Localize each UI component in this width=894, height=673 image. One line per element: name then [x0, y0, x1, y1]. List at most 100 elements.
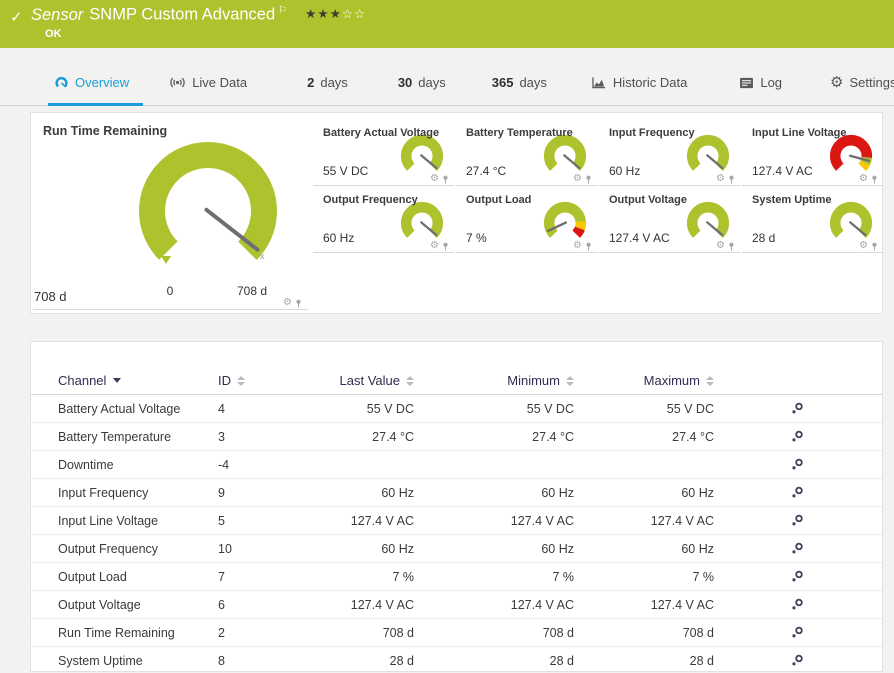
gauge-tile-input-frequency[interactable]: Input Frequency 60 Hz ⚙	[599, 120, 740, 186]
cell-minimum: 127.4 V AC	[510, 597, 574, 612]
cell-minimum: 27.4 °C	[532, 429, 574, 444]
cell-maximum: 60 Hz	[681, 485, 714, 500]
gauge-value: 127.4 V AC	[752, 164, 813, 178]
star-filled-icon[interactable]: ★	[305, 7, 317, 21]
sort-icon	[706, 375, 714, 386]
gear-icon[interactable]: ⚙	[573, 241, 582, 251]
area-chart-icon	[592, 77, 605, 89]
gear-icon[interactable]: ⚙	[859, 174, 868, 184]
pin-icon[interactable]	[871, 175, 878, 184]
tab-overview[interactable]: Overview	[47, 60, 144, 106]
pin-icon[interactable]	[585, 175, 592, 184]
cell-channel: Battery Actual Voltage	[58, 401, 181, 416]
gauge-title: Output Frequency	[323, 194, 418, 206]
tab-log[interactable]: Log	[739, 60, 782, 105]
gauge-title: Battery Actual Voltage	[323, 127, 440, 139]
gear-icon[interactable]: ⚙	[430, 241, 439, 251]
channel-settings-icon[interactable]	[791, 598, 804, 611]
channel-settings-icon[interactable]	[791, 514, 804, 527]
gear-icon[interactable]: ⚙	[573, 174, 582, 184]
column-header-id[interactable]: ID	[218, 373, 298, 388]
pin-icon[interactable]	[728, 242, 735, 251]
cell-last-value: 60 Hz	[381, 541, 414, 556]
gauge-tile-battery-temperature[interactable]: Battery Temperature 27.4 °C ⚙	[456, 120, 597, 186]
cell-maximum: 127.4 V AC	[650, 513, 714, 528]
cell-minimum: 708 d	[542, 625, 574, 640]
table-header-row: Channel ID Last Value Minimum Maximum	[31, 367, 882, 395]
gauge-tile-run-time-remaining[interactable]: Run Time Remaining x 0 708 d 708 d ⚙	[31, 113, 312, 310]
cell-minimum: 127.4 V AC	[510, 513, 574, 528]
tab-365-days[interactable]: 365 days	[492, 60, 547, 105]
channel-settings-icon[interactable]	[791, 430, 804, 443]
gear-icon[interactable]: ⚙	[430, 174, 439, 184]
gauges-panel: Run Time Remaining x 0 708 d 708 d ⚙ Bat…	[30, 112, 883, 314]
pin-icon[interactable]	[295, 299, 302, 308]
gauge-title: Input Line Voltage	[752, 127, 847, 139]
channel-settings-icon[interactable]	[791, 402, 804, 415]
gear-icon[interactable]: ⚙	[716, 241, 725, 251]
gauge-tile-input-line-voltage[interactable]: Input Line Voltage 127.4 V AC ⚙	[742, 120, 883, 186]
column-header-minimum[interactable]: Minimum	[414, 373, 574, 388]
cell-maximum: 7 %	[692, 569, 714, 584]
star-filled-icon[interactable]: ★	[317, 7, 329, 21]
star-empty-icon[interactable]: ☆	[354, 7, 366, 21]
gear-icon[interactable]: ⚙	[859, 241, 868, 251]
star-filled-icon[interactable]: ★	[330, 7, 342, 21]
sensor-status-bar: ✓ Sensor SNMP Custom Advanced ⚐ ★★★☆☆ OK	[0, 0, 894, 48]
tab-settings[interactable]: ⚙ Settings	[830, 60, 894, 105]
cell-last-value: 27.4 °C	[372, 429, 414, 444]
gauge-title: System Uptime	[752, 194, 832, 206]
pin-icon[interactable]	[442, 175, 449, 184]
gauge-tile-output-voltage[interactable]: Output Voltage 127.4 V AC ⚙	[599, 187, 740, 253]
ok-check-icon: ✓	[10, 9, 23, 26]
cell-last-value: 7 %	[392, 569, 414, 584]
cell-maximum: 60 Hz	[681, 541, 714, 556]
star-empty-icon[interactable]: ☆	[342, 7, 354, 21]
pin-icon[interactable]	[871, 242, 878, 251]
gauge-tile-output-load[interactable]: Output Load 7 % ⚙	[456, 187, 597, 253]
sensor-title: SNMP Custom Advanced	[89, 5, 276, 24]
tab-live-data[interactable]: Live Data	[169, 60, 247, 105]
tile-actions: ⚙	[716, 174, 735, 184]
tab-historic-data[interactable]: Historic Data	[591, 60, 687, 105]
priority-stars[interactable]: ★★★☆☆	[305, 7, 366, 21]
gauge-value: 60 Hz	[323, 231, 355, 245]
channel-settings-icon[interactable]	[791, 626, 804, 639]
gauge-tile-battery-actual-voltage[interactable]: Battery Actual Voltage 55 V DC ⚙	[313, 120, 454, 186]
gear-icon[interactable]: ⚙	[716, 174, 725, 184]
tile-actions: ⚙	[283, 298, 302, 308]
gauge-value: 27.4 °C	[466, 164, 507, 178]
gauge-value: 28 d	[752, 231, 776, 245]
sort-icon	[566, 375, 574, 386]
gauge-icon	[55, 76, 68, 89]
gear-icon[interactable]: ⚙	[283, 298, 292, 308]
table-row: Output Load 7 7 % 7 % 7 %	[31, 563, 882, 591]
cell-channel: Input Frequency	[58, 485, 149, 500]
pin-icon[interactable]	[728, 175, 735, 184]
gauge-title: Output Voltage	[609, 194, 688, 206]
pin-icon[interactable]	[442, 242, 449, 251]
channel-settings-icon[interactable]	[791, 486, 804, 499]
gauge-value: 127.4 V AC	[609, 231, 670, 245]
channel-settings-icon[interactable]	[791, 458, 804, 471]
column-header-last-value[interactable]: Last Value	[298, 373, 414, 388]
tile-actions: ⚙	[716, 241, 735, 251]
cell-channel: Battery Temperature	[58, 429, 172, 444]
channel-settings-icon[interactable]	[791, 570, 804, 583]
cell-last-value: 55 V DC	[366, 401, 414, 416]
cell-channel: Downtime	[58, 457, 114, 472]
tab-30-days[interactable]: 30 days	[398, 60, 446, 105]
cell-id: 9	[218, 485, 225, 500]
channel-settings-icon[interactable]	[791, 654, 804, 667]
gauge-tile-system-uptime[interactable]: System Uptime 28 d ⚙	[742, 187, 883, 253]
channel-settings-icon[interactable]	[791, 542, 804, 555]
gauge-value: 7 %	[466, 231, 487, 245]
table-row: Battery Temperature 3 27.4 °C 27.4 °C 27…	[31, 423, 882, 451]
pin-icon[interactable]	[585, 242, 592, 251]
gauge-scale-min: 0	[166, 284, 174, 298]
tab-2-days[interactable]: 2 days	[307, 60, 348, 105]
column-header-maximum[interactable]: Maximum	[574, 373, 714, 388]
column-header-channel[interactable]: Channel	[31, 373, 218, 388]
gauge-tile-output-frequency[interactable]: Output Frequency 60 Hz ⚙	[313, 187, 454, 253]
gauge-min-marker	[161, 256, 171, 264]
